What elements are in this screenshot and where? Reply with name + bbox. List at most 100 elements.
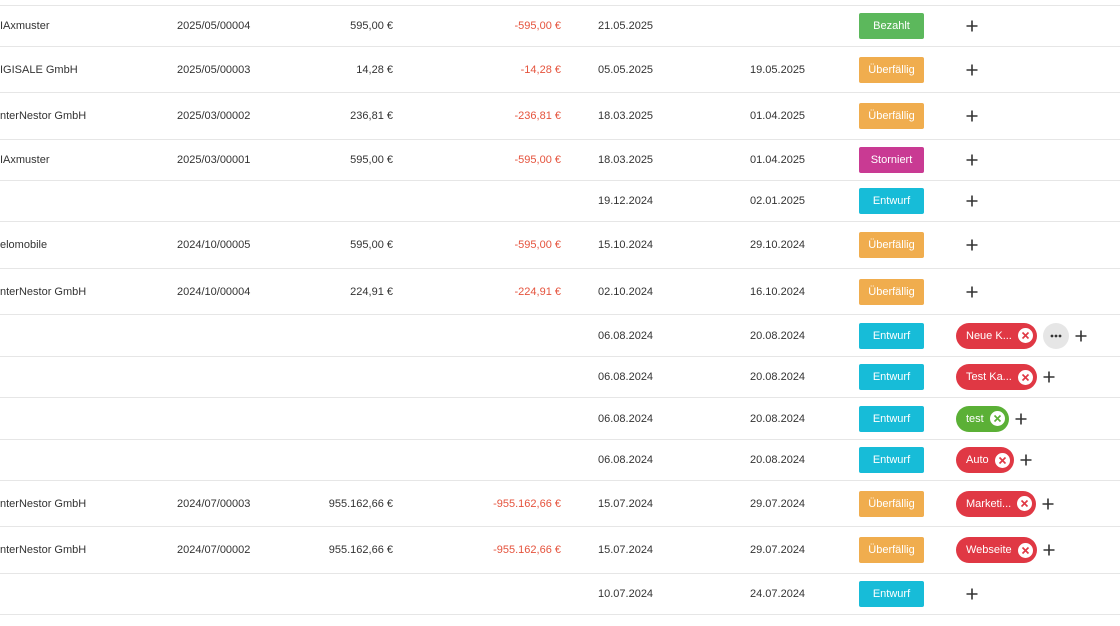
status-badge[interactable]: Entwurf	[859, 581, 924, 607]
status-cell: Entwurf	[859, 315, 924, 356]
due-date: 19.05.2025	[750, 63, 806, 76]
status-badge[interactable]: Entwurf	[859, 447, 924, 473]
status-cell: Entwurf	[859, 357, 924, 397]
customer-name[interactable]: nterNestor GmbH	[0, 93, 86, 139]
status-cell: Storniert	[859, 140, 924, 180]
table-row[interactable]: 06.08.2024 20.08.2024 Entwurf test	[0, 398, 1120, 440]
customer-name[interactable]: nterNestor GmbH	[0, 481, 86, 526]
status-cell: Überfällig	[859, 527, 924, 573]
remove-tag-icon[interactable]	[1017, 542, 1033, 558]
due-date: 24.07.2024	[750, 588, 806, 600]
status-badge[interactable]: Storniert	[859, 147, 924, 173]
tags-cell	[956, 93, 978, 139]
status-badge[interactable]: Entwurf	[859, 405, 924, 432]
table-row[interactable]: nterNestor GmbH 2025/03/00002 236,81 € -…	[0, 93, 1120, 140]
add-tag-icon[interactable]	[1043, 544, 1055, 556]
customer-name[interactable]: IAxmuster	[0, 140, 50, 180]
invoice-date: 10.07.2024	[598, 588, 654, 600]
status-badge[interactable]: Überfällig	[859, 490, 924, 517]
due-date: 02.01.2025	[750, 195, 806, 207]
invoice-number[interactable]: 2025/05/00003	[177, 47, 250, 92]
status-badge[interactable]: Überfällig	[859, 56, 924, 83]
invoice-amount: 595,00 €	[350, 239, 393, 251]
tag-chip[interactable]: Neue K...	[956, 322, 1037, 349]
invoice-number[interactable]: 2025/05/00004	[177, 5, 250, 46]
invoice-number[interactable]: 2025/03/00001	[177, 140, 250, 180]
status-badge[interactable]: Überfällig	[859, 232, 924, 258]
add-tag-icon[interactable]	[966, 286, 978, 298]
customer-name[interactable]: nterNestor GmbH	[0, 269, 86, 314]
due-date: 20.08.2024	[750, 412, 806, 425]
customer-name[interactable]: elomobile	[0, 222, 47, 268]
table-row[interactable]: 06.08.2024 20.08.2024 Entwurf Neue K...	[0, 315, 1120, 357]
status-cell: Überfällig	[859, 222, 924, 268]
status-badge[interactable]: Bezahlt	[859, 12, 924, 39]
table-row[interactable]: elomobile 2024/10/00005 595,00 € -595,00…	[0, 222, 1120, 269]
invoice-number[interactable]: 2024/07/00003	[177, 481, 250, 526]
invoice-number[interactable]: 2025/03/00002	[177, 93, 250, 139]
status-cell: Entwurf	[859, 574, 924, 614]
customer-name[interactable]: nterNestor GmbH	[0, 527, 86, 573]
add-tag-icon[interactable]	[966, 239, 978, 251]
table-row[interactable]: nterNestor GmbH 2024/07/00003 955.162,66…	[0, 481, 1120, 527]
status-badge[interactable]: Überfällig	[859, 537, 924, 563]
status-badge[interactable]: Entwurf	[859, 322, 924, 349]
status-badge[interactable]: Entwurf	[859, 188, 924, 214]
add-tag-icon[interactable]	[1020, 454, 1032, 466]
invoice-amount: 14,28 €	[356, 63, 393, 76]
customer-name[interactable]: IGISALE GmbH	[0, 47, 78, 92]
tags-cell: test	[956, 398, 1027, 439]
invoice-amount: 595,00 €	[350, 19, 393, 32]
table-row[interactable]: 10.07.2024 24.07.2024 Entwurf	[0, 574, 1120, 615]
tag-chip[interactable]: Webseite	[956, 537, 1037, 563]
add-tag-icon[interactable]	[966, 588, 978, 600]
invoice-date: 19.12.2024	[598, 195, 654, 207]
tag-chip[interactable]: test	[956, 405, 1009, 432]
remove-tag-icon[interactable]	[994, 452, 1010, 468]
status-badge[interactable]: Entwurf	[859, 364, 924, 390]
customer-name[interactable]: IAxmuster	[0, 5, 50, 46]
tags-cell: Test Ka...	[956, 357, 1055, 397]
add-tag-icon[interactable]	[966, 195, 978, 207]
status-cell: Entwurf	[859, 398, 924, 439]
tag-chip[interactable]: Test Ka...	[956, 364, 1037, 390]
status-cell: Überfällig	[859, 481, 924, 526]
table-row[interactable]: IGISALE GmbH 2025/05/00003 14,28 € -14,2…	[0, 47, 1120, 93]
table-row[interactable]: nterNestor GmbH 2024/10/00004 224,91 € -…	[0, 269, 1120, 315]
table-row[interactable]: 06.08.2024 20.08.2024 Entwurf Auto	[0, 440, 1120, 481]
status-badge[interactable]: Überfällig	[859, 103, 924, 129]
invoice-date: 15.07.2024	[598, 497, 654, 510]
remove-tag-icon[interactable]	[1017, 328, 1033, 343]
table-row[interactable]: nterNestor GmbH 2024/07/00002 955.162,66…	[0, 527, 1120, 574]
due-date: 20.08.2024	[750, 371, 806, 383]
remove-tag-icon[interactable]	[989, 411, 1005, 426]
add-tag-icon[interactable]	[1015, 413, 1027, 425]
invoice-number[interactable]: 2024/10/00004	[177, 269, 250, 314]
table-row[interactable]: 06.08.2024 20.08.2024 Entwurf Test Ka...	[0, 357, 1120, 398]
remove-tag-icon[interactable]	[1017, 496, 1033, 511]
status-cell: Entwurf	[859, 181, 924, 221]
table-row[interactable]: IAxmuster 2025/03/00001 595,00 € -595,00…	[0, 140, 1120, 181]
tags-cell: Webseite	[956, 527, 1055, 573]
add-tag-icon[interactable]	[966, 20, 978, 32]
add-tag-icon[interactable]	[1042, 498, 1054, 510]
more-tags-icon[interactable]	[1042, 322, 1069, 349]
add-tag-icon[interactable]	[966, 110, 978, 122]
add-tag-icon[interactable]	[966, 64, 978, 76]
tag-chip[interactable]: Auto	[956, 447, 1014, 473]
add-tag-icon[interactable]	[1075, 330, 1087, 342]
open-amount: -955.162,66 €	[493, 544, 561, 556]
add-tag-icon[interactable]	[1043, 371, 1055, 383]
due-date: 16.10.2024	[750, 285, 806, 298]
add-tag-icon[interactable]	[966, 154, 978, 166]
open-amount: -224,91 €	[514, 285, 561, 298]
status-badge[interactable]: Überfällig	[859, 278, 924, 305]
due-date: 01.04.2025	[750, 110, 806, 122]
remove-tag-icon[interactable]	[1017, 369, 1033, 385]
tag-chip[interactable]: Marketi...	[956, 490, 1037, 517]
invoice-number[interactable]: 2024/07/00002	[177, 527, 250, 573]
table-row[interactable]: 19.12.2024 02.01.2025 Entwurf	[0, 181, 1120, 222]
table-row[interactable]: IAxmuster 2025/05/00004 595,00 € -595,00…	[0, 5, 1120, 47]
tags-cell	[956, 222, 978, 268]
invoice-number[interactable]: 2024/10/00005	[177, 222, 250, 268]
